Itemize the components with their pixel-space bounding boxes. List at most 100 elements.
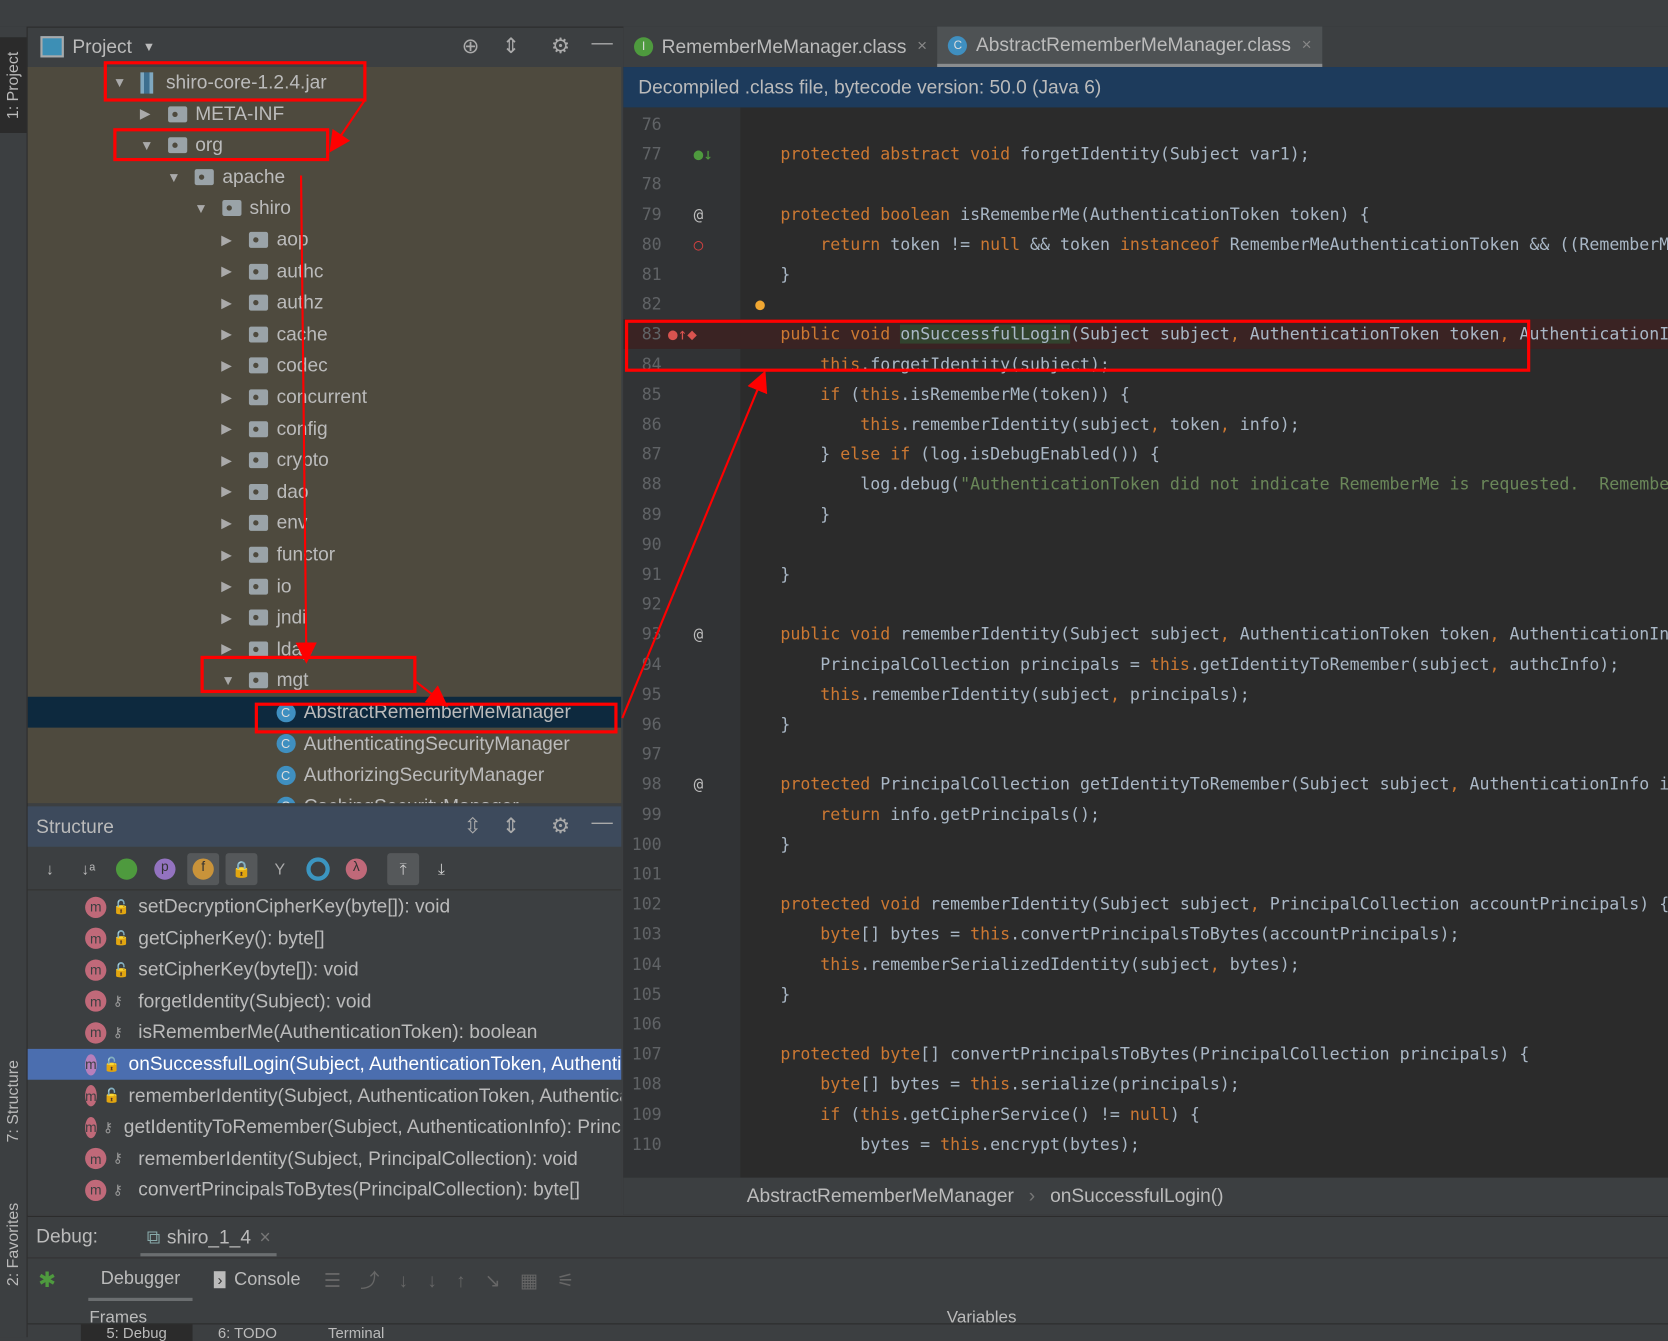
code-line[interactable]: 95 this.rememberIdentity(subject, princi…	[623, 680, 1668, 710]
tree-item[interactable]: ▶ aop	[28, 224, 622, 255]
tree-item[interactable]: ▶ META-INF	[28, 98, 622, 129]
tree-item[interactable]: ▼ shiro-core-1.2.4.jar	[28, 67, 622, 98]
code-line[interactable]: 85 if (this.isRememberMe(token)) {	[623, 380, 1668, 410]
code-line[interactable]: 96 }	[623, 710, 1668, 740]
expand-all-icon[interactable]: ⇳	[464, 813, 482, 840]
close-icon[interactable]: ×	[259, 1226, 270, 1248]
editor[interactable]: I RememberMeManager.class × C AbstractRememb…	[623, 26, 1668, 1215]
code-line[interactable]: 80 ○ return token != null && token instan…	[623, 230, 1668, 260]
autoscroll-from-source-icon[interactable]: ⤓	[426, 853, 458, 885]
code-line[interactable]: 92	[623, 590, 1668, 620]
gear-icon[interactable]: ⚙	[551, 813, 570, 840]
tree-item[interactable]: ▶ codec	[28, 350, 622, 381]
code-line[interactable]: 106	[623, 1010, 1668, 1040]
tool-tab-structure[interactable]: 7: Structure	[0, 1043, 27, 1160]
collapsed-arrow-icon[interactable]: ▶	[221, 578, 236, 595]
show-fields-icon[interactable]: f	[192, 858, 214, 880]
expanded-arrow-icon[interactable]: ▼	[194, 200, 209, 216]
tree-item[interactable]: ▼ mgt	[28, 665, 622, 696]
structure-item[interactable]: m 🔓 rememberIdentity(Subject, Authenticati…	[28, 1080, 621, 1111]
code-line[interactable]: 105 }	[623, 980, 1668, 1010]
method-breakpoint-icon[interactable]: ●↑◆	[668, 320, 697, 350]
code-line[interactable]: 79 @ protected boolean isRememberMe(Authe…	[623, 200, 1668, 230]
tree-item[interactable]: ▶ dao	[28, 476, 622, 507]
lightbulb-icon[interactable]: ●	[755, 290, 765, 320]
code-line[interactable]: 94 PrincipalCollection principals = this…	[623, 650, 1668, 680]
stepping-toolbar[interactable]: ☰⤴↓↓↑↘▦⚟	[324, 1266, 594, 1294]
structure-item[interactable]: m ⚷ forgetIdentity(Subject): void	[28, 986, 622, 1017]
hide-icon[interactable]: —	[591, 811, 612, 835]
code-line[interactable]: 100 }	[623, 830, 1668, 860]
code-line[interactable]: 98 @ protected PrincipalCollection getIde…	[623, 770, 1668, 800]
tree-item[interactable]: ▶ functor	[28, 539, 622, 570]
tree-item[interactable]: ▼ shiro	[28, 193, 622, 224]
structure-item[interactable]: m ⚷ convertPrincipalsToBytes(PrincipalColl…	[28, 1175, 622, 1206]
collapsed-arrow-icon[interactable]: ▶	[221, 389, 236, 406]
collapse-all-icon[interactable]: ⇕	[502, 813, 520, 840]
tree-item[interactable]: ▶ concurrent	[28, 382, 622, 413]
tree-item[interactable]: ▶ cache	[28, 319, 622, 350]
collapsed-arrow-icon[interactable]: ▶	[221, 546, 236, 563]
code-line[interactable]: 84 this.forgetIdentity(subject);	[623, 350, 1668, 380]
code-line[interactable]: 103 byte[] bytes = this.convertPrincipal…	[623, 920, 1668, 950]
editor-tab[interactable]: C AbstractRememberMeManager.class ×	[937, 26, 1323, 68]
show-properties-icon[interactable]: p	[154, 858, 176, 880]
collapsed-arrow-icon[interactable]: ▶	[221, 357, 236, 374]
code-line[interactable]: 83 ● ●↑◆ public void onSuccessfulLogin(Sub…	[623, 295, 1668, 350]
collapsed-arrow-icon[interactable]: ▶	[221, 420, 236, 437]
tree-item[interactable]: ▶ io	[28, 571, 622, 602]
collapsed-arrow-icon[interactable]: ▶	[221, 609, 236, 626]
show-lambdas-icon[interactable]: λ	[345, 858, 368, 880]
collapsed-arrow-icon[interactable]: ▶	[221, 294, 236, 311]
code-area[interactable]: 76 77 ●↓ protected abstract void forgetIde…	[623, 107, 1668, 1177]
collapse-all-icon[interactable]: ⇕	[502, 33, 520, 60]
code-line[interactable]: 107 protected byte[] convertPrincipalsTo…	[623, 1040, 1668, 1070]
code-line[interactable]: 86 this.rememberIdentity(subject, token,…	[623, 410, 1668, 440]
breakpoint-icon[interactable]: ○	[694, 230, 704, 260]
sort-alphabetically-icon[interactable]: ↓ᵃ	[72, 853, 104, 885]
locate-icon[interactable]: ⊕	[462, 33, 480, 60]
tree-item[interactable]: ▼ org	[28, 130, 622, 161]
code-line[interactable]: 78	[623, 170, 1668, 200]
expanded-arrow-icon[interactable]: ▼	[140, 137, 155, 153]
editor-tab[interactable]: I RememberMeManager.class ×	[623, 27, 937, 67]
code-line[interactable]: 87 } else if (log.isDebugEnabled()) {	[623, 440, 1668, 470]
collapsed-arrow-icon[interactable]: ▶	[140, 105, 155, 122]
code-line[interactable]: 109 if (this.getCipherService() != null)…	[623, 1100, 1668, 1130]
structure-list[interactable]: m 🔓 setDecryptionCipherKey(byte[]): void m 🔓…	[27, 891, 622, 1210]
code-line[interactable]: 99 return info.getPrincipals();	[623, 800, 1668, 830]
tree-item[interactable]: ▶ authc	[28, 256, 622, 287]
bottom-tab[interactable]: Terminal	[302, 1324, 409, 1341]
code-line[interactable]: 104 this.rememberSerializedIdentity(subj…	[623, 950, 1668, 980]
structure-item[interactable]: m 🔓 onSuccessfulLogin(Subject, Authenticat…	[27, 1048, 622, 1080]
tree-item[interactable]: ▶ config	[28, 413, 622, 444]
close-icon[interactable]: ×	[1302, 36, 1312, 55]
show-toplevel-icon[interactable]	[306, 857, 330, 881]
tab-console[interactable]: Console	[234, 1269, 300, 1290]
tree-item[interactable]: ▶ ldap	[28, 634, 622, 665]
tree-item[interactable]: ▶ authz	[28, 287, 622, 318]
bottom-tab[interactable]: 6: TODO	[192, 1324, 302, 1341]
close-icon[interactable]: ×	[917, 37, 927, 56]
tool-tab-project[interactable]: 1: Project	[0, 37, 27, 133]
tree-item[interactable]: ▼ apache	[28, 161, 622, 192]
structure-item[interactable]: m ⚷ isRememberMe(AuthenticationToken): boo…	[28, 1017, 622, 1048]
code-line[interactable]: 89 }	[623, 500, 1668, 530]
sort-by-visibility-icon[interactable]: ↓	[34, 853, 66, 885]
expanded-arrow-icon[interactable]: ▼	[221, 673, 236, 689]
code-line[interactable]: 102 protected void rememberIdentity(Subj…	[623, 890, 1668, 920]
breadcrumb-method[interactable]: onSuccessfulLogin()	[1050, 1185, 1223, 1207]
tree-item[interactable]: C AuthorizingSecurityManager	[28, 760, 622, 791]
code-line[interactable]: 97	[623, 740, 1668, 770]
code-line[interactable]: 108 byte[] bytes = this.serialize(princi…	[623, 1070, 1668, 1100]
tree-item[interactable]: C AuthenticatingSecurityManager	[28, 728, 622, 759]
show-non-public-icon[interactable]: 🔒	[225, 853, 258, 886]
chevron-down-icon[interactable]: ▼	[143, 39, 156, 54]
tree-item[interactable]: ▶ env	[28, 508, 622, 539]
structure-item[interactable]: m ⚷ rememberIdentity(Subject, PrincipalCol…	[28, 1143, 622, 1174]
collapsed-arrow-icon[interactable]: ▶	[221, 326, 236, 343]
expanded-arrow-icon[interactable]: ▼	[113, 74, 128, 90]
code-line[interactable]: 110 bytes = this.encrypt(bytes);	[623, 1130, 1668, 1160]
debug-session-tab[interactable]: ⧉ shiro_1_4 ×	[140, 1221, 278, 1257]
tab-debugger[interactable]: Debugger	[88, 1259, 194, 1301]
